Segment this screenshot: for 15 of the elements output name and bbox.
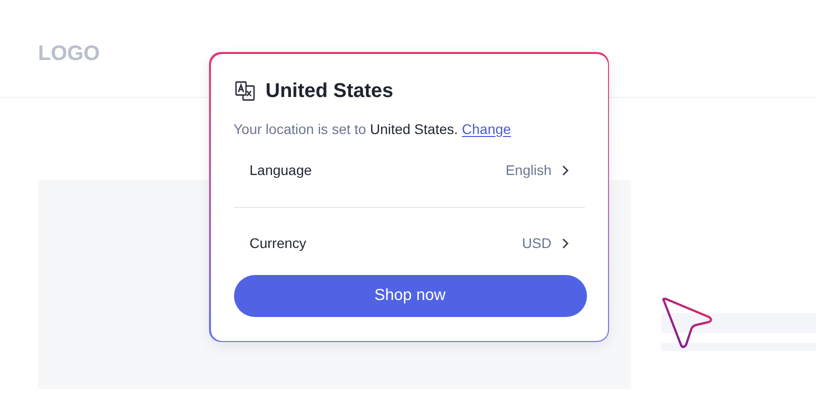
setting-row[interactable]: Currency USD: [234, 222, 584, 264]
chevron-right-icon: [562, 238, 568, 249]
translate-icon: [234, 80, 256, 102]
cursor-icon: [661, 297, 714, 350]
logo: LOGO: [38, 41, 100, 67]
location-text: Your location is set to United States.: [234, 120, 458, 138]
setting-label: Language: [250, 161, 312, 180]
chevron-right-icon: [562, 165, 568, 176]
setting-row[interactable]: Language English: [234, 150, 584, 192]
setting-value: English: [506, 161, 552, 180]
setting-value: USD: [522, 234, 552, 253]
setting-label: Currency: [250, 234, 306, 253]
change-link[interactable]: Change: [462, 118, 511, 140]
popup-title: United States: [266, 78, 394, 104]
shop-now-button[interactable]: Shop now: [234, 274, 586, 316]
